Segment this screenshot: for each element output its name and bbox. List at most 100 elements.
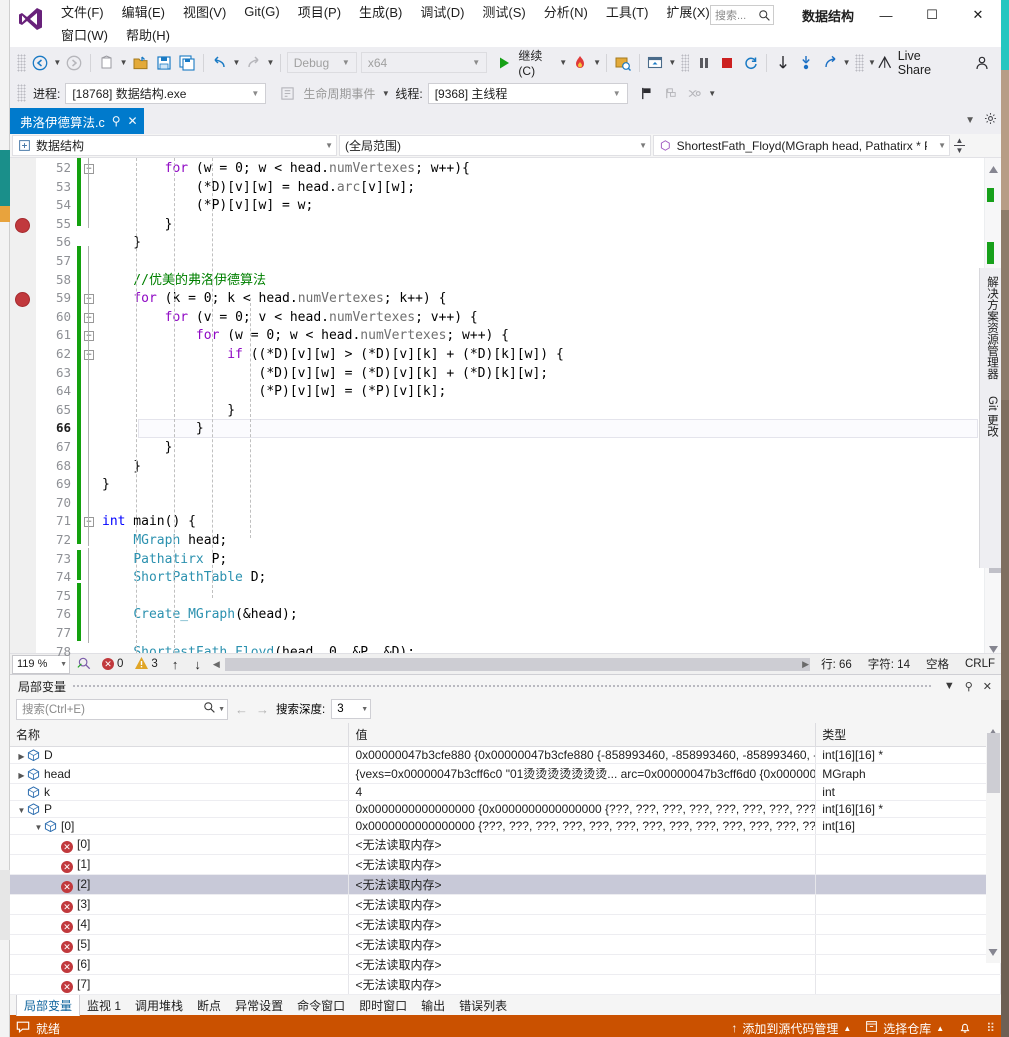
menu-window[interactable]: 窗口(W) (52, 22, 117, 47)
save-all-icon[interactable] (177, 52, 198, 74)
prev-issue-arrow-icon[interactable]: ↑ (162, 657, 185, 672)
code-line[interactable]: ShortestFath_Floyd(head, 0, &P, &D); (102, 644, 415, 653)
stop-icon[interactable] (717, 52, 738, 74)
code-line[interactable]: Pathatirx P; (102, 551, 227, 570)
search-depth-combo[interactable]: 3 ▼ (331, 699, 372, 719)
show-threads-icon[interactable] (660, 82, 682, 104)
redo-icon[interactable] (243, 52, 264, 74)
scroll-up-arrow-icon[interactable] (989, 162, 998, 173)
locals-pin-icon[interactable]: ⚲ (960, 680, 978, 693)
debug-location-grip[interactable] (17, 84, 26, 102)
column-header-type[interactable]: 类型 (815, 723, 1001, 747)
feedback-person-icon[interactable] (972, 52, 993, 74)
line-ending-indicator[interactable]: CRLF (959, 658, 1001, 670)
variable-value-cell[interactable]: <无法读取内存> (348, 854, 817, 875)
outlining-collapse-icon[interactable]: − (84, 312, 94, 323)
scroll-down-arrow-icon[interactable] (989, 642, 998, 653)
document-tab-floyd[interactable]: 弗洛伊德算法.c ⚲ ✕ (10, 108, 144, 134)
variable-value-cell[interactable]: 0x0000000000000000 {???, ???, ???, ???, … (348, 817, 817, 835)
search-next-icon[interactable]: → (255, 702, 270, 717)
step-dropdown[interactable]: ▼ (841, 52, 852, 74)
variable-value-cell[interactable]: {vexs=0x00000047b3cff6c0 "01烫烫烫烫烫烫烫... a… (348, 763, 817, 784)
code-line[interactable]: for (w = 0; w < head.numVertexes; w++) { (102, 327, 509, 346)
column-header-name[interactable]: 名称 (10, 723, 350, 747)
breakpoint-marker[interactable] (15, 292, 30, 308)
undo-icon[interactable] (209, 52, 230, 74)
variable-value-cell[interactable]: <无法读取内存> (348, 934, 817, 955)
navbar-member-combo[interactable]: ShortestFath_Floyd(MGraph head, Pathatir… (653, 135, 950, 156)
code-line[interactable]: int main() { (102, 513, 196, 532)
bottom-tab-2[interactable]: 调用堆栈 (128, 995, 190, 1016)
code-line[interactable]: if ((*D)[v][w] > (*D)[v][k] + (*D)[k][w]… (102, 346, 564, 365)
code-line[interactable]: for (k = 0; k < head.numVertexes; k++) { (102, 290, 446, 309)
step-out-icon[interactable] (819, 52, 840, 74)
code-line[interactable]: ShortPathTable D; (102, 569, 266, 588)
resize-grip-icon[interactable]: ⠿ (986, 1021, 995, 1035)
outlining-collapse-icon[interactable]: − (84, 517, 94, 528)
navbar-splitter-icon[interactable]: ▲ ▼ (952, 137, 967, 155)
warning-count-indicator[interactable]: 3 (135, 656, 158, 672)
locals-search-options-icon[interactable]: ▼ (216, 706, 225, 713)
table-row[interactable]: ✕ [2] <无法读取内存> (10, 874, 1001, 895)
variable-value-cell[interactable]: <无法读取内存> (348, 914, 817, 935)
notifications-bell-icon[interactable] (958, 1021, 972, 1035)
variable-name-cell[interactable]: ▶ D (10, 746, 350, 764)
save-icon[interactable] (153, 52, 174, 74)
new-item-dropdown[interactable]: ▼ (118, 52, 129, 74)
bottom-tab-3[interactable]: 断点 (190, 995, 228, 1016)
breakpoint-marker[interactable] (15, 217, 30, 233)
parallel-stacks-icon[interactable] (684, 82, 706, 104)
open-file-icon[interactable] (130, 52, 151, 74)
lifecycle-dropdown[interactable]: ▼ (380, 82, 391, 104)
variable-value-cell[interactable]: 4 (348, 783, 817, 801)
table-row[interactable]: ▶ head {vexs=0x00000047b3cff6c0 "01烫烫烫烫烫烫烫… (10, 763, 1001, 784)
table-row[interactable]: k 4 int (10, 783, 1001, 801)
table-row[interactable]: ▶ D 0x00000047b3cfe880 {0x00000047b3cfe880… (10, 746, 1001, 764)
minimize-button[interactable]: — (863, 0, 909, 30)
windows-layout-dropdown[interactable]: ▼ (667, 52, 678, 74)
locals-close-icon[interactable]: ✕ (978, 680, 997, 693)
expand-twisty[interactable]: ▶ (16, 771, 27, 780)
variable-name-cell[interactable]: ✕ [6] (10, 954, 350, 975)
code-line[interactable]: (*D)[v][w] = head.arc[v][w]; (102, 179, 415, 198)
tab-settings-gear-icon[interactable] (984, 112, 997, 128)
menu-build[interactable]: 生成(B) (350, 0, 411, 24)
menu-git[interactable]: Git(G) (235, 1, 288, 22)
undo-dropdown[interactable]: ▼ (231, 52, 242, 74)
navbar-project-combo[interactable]: 数据结构 ▼ (12, 135, 337, 156)
outlining-collapse-icon[interactable]: − (84, 164, 94, 174)
navigate-back-dropdown[interactable]: ▼ (52, 52, 63, 74)
code-line[interactable]: for (w = 0; w < head.numVertexes; w++){ (102, 160, 470, 179)
outlining-collapse-icon[interactable]: − (84, 331, 94, 342)
bottom-tab-6[interactable]: 即时窗口 (352, 995, 414, 1016)
outlining-collapse-icon[interactable]: − (84, 294, 94, 305)
variable-name-cell[interactable]: ✕ [7] (10, 974, 350, 995)
global-search-box[interactable]: 搜索... (710, 5, 774, 25)
variable-value-cell[interactable]: <无法读取内存> (348, 894, 817, 915)
thread-combo[interactable]: [9368] 主线程 ▼ (427, 82, 628, 104)
table-row[interactable]: ✕ [7] <无法读取内存> (10, 974, 1001, 995)
variable-name-cell[interactable]: ▼ [0] (10, 817, 350, 835)
locals-vertical-scrollbar[interactable] (986, 723, 1001, 963)
bottom-tab-8[interactable]: 错误列表 (452, 995, 514, 1016)
variable-name-cell[interactable]: ✕ [4] (10, 914, 350, 935)
search-prev-icon[interactable]: ← (234, 702, 249, 717)
variable-name-cell[interactable]: ✕ [1] (10, 854, 350, 875)
table-row[interactable]: ▼ P 0x0000000000000000 {0x0000000000000000… (10, 800, 1001, 818)
redo-dropdown[interactable]: ▼ (265, 52, 276, 74)
menu-edit[interactable]: 编辑(E) (113, 0, 174, 24)
variable-value-cell[interactable]: <无法读取内存> (348, 874, 817, 895)
code-text-area[interactable]: for (w = 0; w < head.numVertexes; w++){ … (98, 158, 984, 653)
bottom-tab-7[interactable]: 输出 (414, 995, 452, 1016)
menu-tools[interactable]: 工具(T) (597, 0, 658, 24)
bottom-tab-4[interactable]: 异常设置 (228, 995, 290, 1016)
navbar-scope-combo[interactable]: (全局范围) ▼ (339, 135, 651, 156)
variable-value-cell[interactable]: 0x00000047b3cfe880 {0x00000047b3cfe880 {… (348, 746, 817, 764)
next-issue-arrow-icon[interactable]: ↓ (188, 657, 207, 672)
column-header-value[interactable]: 值 (348, 723, 817, 747)
windows-layout-icon[interactable] (645, 52, 666, 74)
add-to-source-control-button[interactable]: ↑ 添加到源代码管理 ▲ (731, 1020, 851, 1037)
menu-file[interactable]: 文件(F) (52, 0, 113, 24)
code-line[interactable]: MGraph head; (102, 532, 227, 551)
breakpoint-gutter[interactable] (10, 158, 36, 653)
